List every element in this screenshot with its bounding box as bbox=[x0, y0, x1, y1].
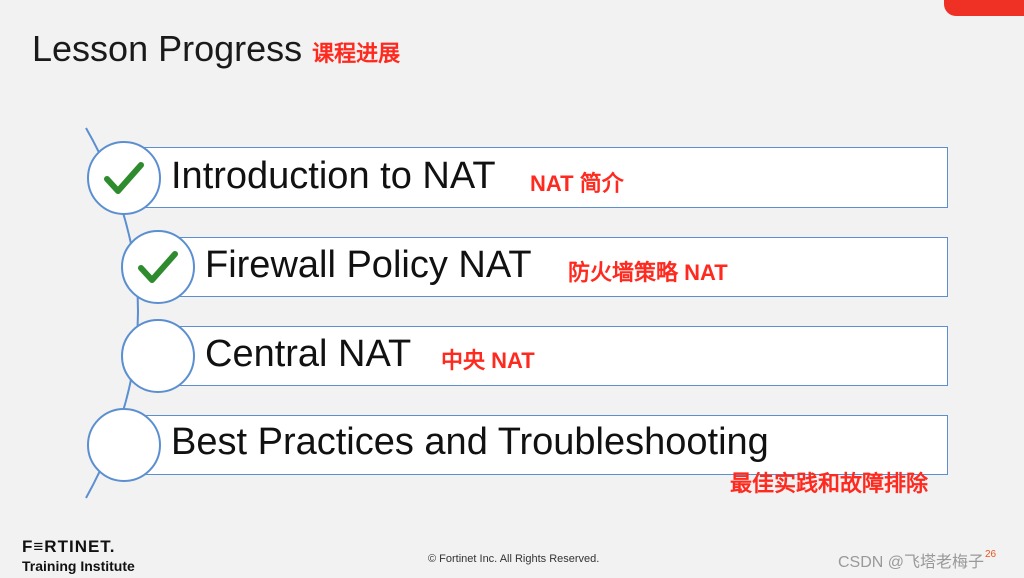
lesson-bubble-1 bbox=[87, 141, 161, 215]
page-number: 26 bbox=[985, 549, 997, 560]
watermark: CSDN @飞塔老梅子 bbox=[838, 554, 985, 571]
checkmark-icon bbox=[138, 251, 178, 283]
lesson-bubble-4 bbox=[87, 408, 161, 482]
lesson-label-1: Introduction to NAT bbox=[171, 155, 496, 197]
copyright-text: © Fortinet Inc. All Rights Reserved. bbox=[428, 553, 600, 565]
logo-subtitle: Training Institute bbox=[22, 558, 135, 574]
logo-wordmark: F≡RTINET. bbox=[22, 537, 116, 556]
lesson-label-cn-3: 中央 NAT bbox=[441, 348, 535, 373]
lesson-label-cn-1: NAT 简介 bbox=[530, 171, 624, 196]
lesson-label-cn-4: 最佳实践和故障排除 bbox=[730, 471, 929, 496]
lesson-label-3: Central NAT bbox=[205, 333, 412, 375]
checkmark-icon bbox=[104, 162, 144, 194]
lesson-bubble-3 bbox=[121, 319, 195, 393]
lesson-bubble-2 bbox=[121, 230, 195, 304]
fortinet-logo: F≡RTINET. Training Institute bbox=[22, 537, 135, 574]
lesson-label-2: Firewall Policy NAT bbox=[205, 244, 532, 286]
lesson-label-cn-2: 防火墙策略 NAT bbox=[568, 260, 728, 285]
lesson-label-4: Best Practices and Troubleshooting bbox=[171, 421, 769, 463]
